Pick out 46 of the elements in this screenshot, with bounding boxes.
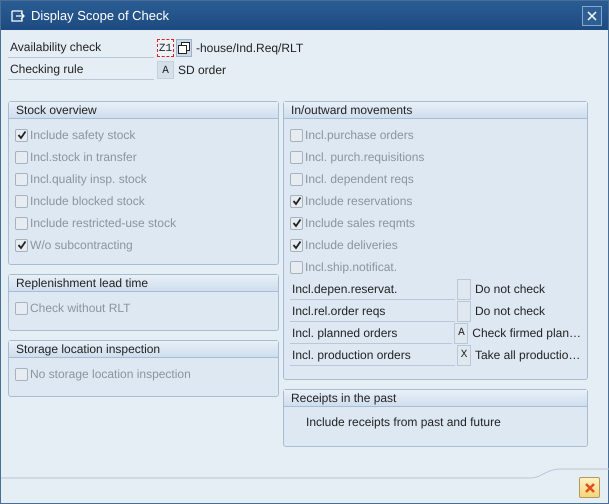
checkbox-label: Include restricted-use stock bbox=[30, 216, 176, 230]
cancel-button[interactable] bbox=[579, 477, 600, 498]
group-title: Receipts in the past bbox=[284, 390, 587, 407]
checkbox-label: Include reservations bbox=[305, 194, 412, 208]
checkbox-label: Incl.quality insp. stock bbox=[30, 172, 147, 186]
field-description: Check firmed plan… bbox=[472, 326, 581, 340]
group-title: In/outward movements bbox=[284, 102, 587, 119]
input-field[interactable]: A bbox=[157, 60, 174, 78]
close-icon bbox=[587, 10, 597, 20]
checkbox-label: Incl.ship.notificat. bbox=[305, 260, 398, 274]
checkbox-label: Include safety stock bbox=[30, 128, 136, 142]
window-title: Display Scope of Check bbox=[31, 8, 170, 23]
close-button[interactable] bbox=[582, 6, 602, 26]
field-label: Incl. planned orders bbox=[290, 322, 452, 344]
input-field[interactable]: A bbox=[454, 322, 468, 344]
input-field[interactable] bbox=[457, 278, 471, 300]
checkbox-label: Include blocked stock bbox=[30, 194, 145, 208]
field-description: Take all productio… bbox=[475, 348, 580, 362]
field-label: Incl.depen.reservat. bbox=[290, 278, 455, 300]
window-icon bbox=[11, 10, 25, 22]
field-label: Incl.rel.order reqs bbox=[290, 300, 455, 322]
input-field[interactable]: Z1 bbox=[157, 38, 174, 56]
group-title: Storage location inspection bbox=[9, 341, 278, 358]
checkbox-label: Incl. dependent reqs bbox=[305, 172, 414, 186]
checkbox-label: W/o subcontracting bbox=[30, 238, 133, 252]
info-text: Include receipts from past and future bbox=[305, 414, 502, 429]
copy-icon[interactable] bbox=[176, 38, 192, 56]
field-label: Availability check bbox=[8, 37, 154, 58]
cancel-icon bbox=[584, 482, 596, 494]
field-description: Do not check bbox=[475, 304, 546, 318]
checkbox-label: Include sales reqmts bbox=[305, 216, 416, 230]
checkbox-label: Include deliveries bbox=[305, 238, 398, 252]
field-label: Incl. production orders bbox=[290, 344, 455, 366]
field-description: SD order bbox=[178, 62, 226, 76]
checkbox-label: Check without RLT bbox=[30, 301, 130, 315]
field-label: Checking rule bbox=[8, 59, 154, 80]
field-description: -house/Ind.Req/RLT bbox=[196, 40, 304, 54]
field-description: Do not check bbox=[475, 282, 546, 296]
input-field[interactable]: X bbox=[457, 344, 471, 366]
group-title: Stock overview bbox=[9, 102, 278, 119]
checkbox-label: Incl.purchase orders bbox=[305, 128, 414, 142]
input-field[interactable] bbox=[457, 300, 471, 322]
checkbox-label: Incl. purch.requisitions bbox=[305, 150, 424, 164]
checkbox-label: Incl.stock in transfer bbox=[30, 150, 137, 164]
checkbox-label: No storage location inspection bbox=[30, 367, 191, 381]
group-title: Replenishment lead time bbox=[9, 275, 278, 292]
